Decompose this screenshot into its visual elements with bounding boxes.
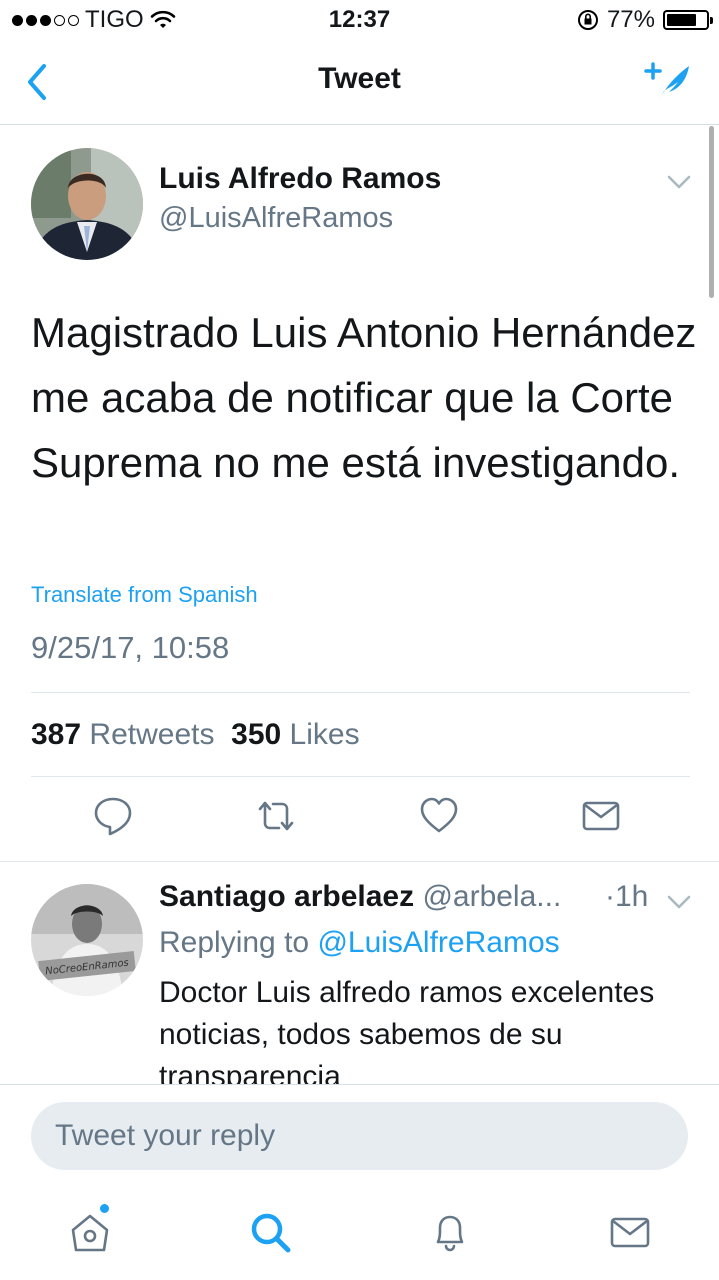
chevron-down-icon[interactable] [667, 894, 691, 910]
retweets-label: Retweets [89, 718, 215, 751]
messages-icon[interactable] [608, 1210, 652, 1254]
scrollbar[interactable] [709, 126, 714, 298]
orientation-lock-icon [577, 10, 598, 30]
translate-link[interactable]: Translate from Spanish [31, 582, 258, 608]
replying-handle-link[interactable]: @LuisAlfreRamos [317, 926, 559, 959]
battery-icon [663, 10, 713, 30]
likes-count: 350 [231, 718, 282, 751]
reply-header: Santiago arbelaez @arbela... [159, 880, 561, 914]
tab-bar [0, 1184, 719, 1280]
compose-tweet-icon[interactable] [643, 58, 693, 108]
chevron-down-icon[interactable] [667, 174, 691, 190]
divider [31, 776, 690, 777]
tweet-timestamp: 9/25/17, 10:58 [31, 630, 230, 665]
retweet-icon[interactable] [256, 795, 296, 837]
retweets-stat[interactable]: 387 Retweets [31, 718, 214, 751]
reply-text: Doctor Luis alfredo ramos excelentes not… [159, 976, 655, 1084]
reply-author-avatar[interactable]: NoCreoEnRamos [31, 884, 143, 996]
reply-icon[interactable] [93, 795, 133, 837]
battery-status: 77% [577, 6, 713, 34]
reply-author-name[interactable]: Santiago arbelaez [159, 880, 414, 913]
search-icon[interactable] [248, 1210, 292, 1254]
retweets-count: 387 [31, 718, 82, 751]
author-name[interactable]: Luis Alfredo Ramos [159, 162, 441, 196]
notification-dot [100, 1204, 109, 1213]
share-mail-icon[interactable] [581, 795, 621, 837]
section-divider [0, 861, 719, 862]
reply-input[interactable] [31, 1102, 688, 1170]
status-bar: TIGO 12:37 77% [0, 0, 719, 40]
tweet-text: Magistrado Luis Antonio Hernández me aca… [31, 309, 697, 486]
author-handle[interactable]: @LuisAlfreRamos [159, 202, 393, 235]
page-title: Tweet [318, 62, 401, 95]
reply-time: ·1h [605, 880, 649, 913]
replying-prefix: Replying to [159, 926, 310, 959]
reply-author-handle[interactable]: @arbela... [422, 880, 561, 913]
likes-label: Likes [289, 718, 360, 751]
like-heart-icon[interactable] [419, 795, 459, 837]
author-avatar[interactable] [31, 148, 143, 260]
tweet-actions [0, 795, 719, 845]
replying-to: Replying to @LuisAlfreRamos [159, 926, 560, 960]
engagement-stats: 387 Retweets 350 Likes [31, 718, 360, 752]
divider [31, 692, 690, 693]
likes-stat[interactable]: 350 Likes [231, 718, 359, 751]
home-icon[interactable] [68, 1210, 112, 1254]
battery-percent: 77% [606, 6, 655, 33]
navigation-bar: Tweet [0, 40, 719, 125]
notifications-bell-icon[interactable] [428, 1210, 472, 1254]
